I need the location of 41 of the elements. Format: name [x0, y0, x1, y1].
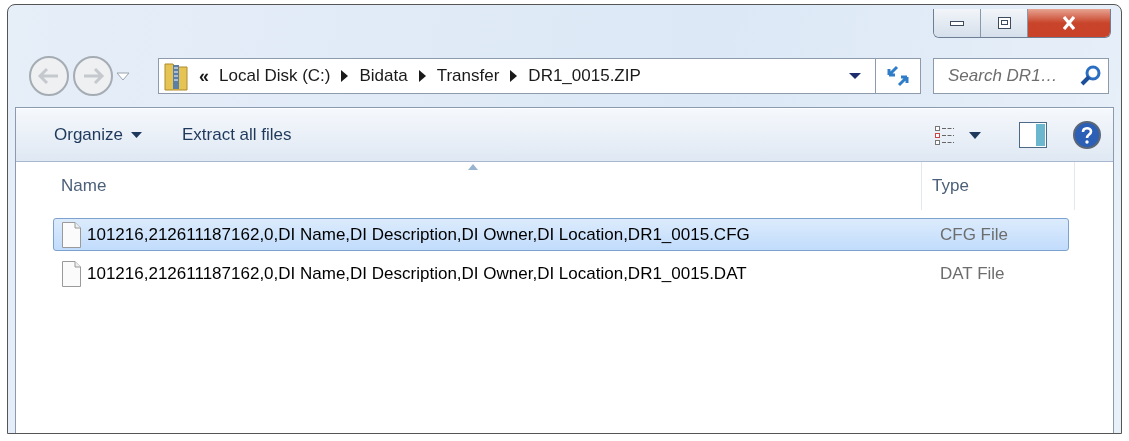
breadcrumb-item[interactable]: Local Disk (C:) — [219, 66, 331, 86]
zip-folder-icon — [163, 60, 189, 92]
minimize-icon — [950, 20, 964, 26]
sort-ascending-icon — [468, 164, 478, 170]
close-icon — [1062, 16, 1076, 30]
toolbar-button[interactable]: Extract all files — [174, 121, 300, 149]
file-name: 101216,212611187162,0,DI Name,DI Description,DI Owner,DI Location,DR1_0015.CFG — [87, 224, 750, 245]
breadcrumb-arrow-icon — [340, 69, 350, 83]
file-type: DAT File — [939, 263, 1005, 284]
dropdown-arrow-icon — [131, 132, 142, 138]
file-type: CFG File — [939, 224, 1008, 245]
file-row-selected[interactable]: 101216,212611187162,0,DI Name,DI Description,DI Owner,DI Location,DR1_0015.CFG CFG File — [53, 218, 1069, 251]
preview-pane-button[interactable] — [1019, 122, 1047, 148]
breadcrumb-item[interactable]: Bidata — [359, 66, 408, 86]
minimize-button[interactable] — [934, 9, 981, 37]
breadcrumb-arrow-icon — [417, 69, 427, 83]
preview-pane-icon — [1019, 122, 1047, 148]
column-header[interactable]: Type — [921, 162, 1075, 210]
search-field[interactable]: Search DR1… — [933, 58, 1109, 94]
maximize-icon — [997, 17, 1011, 29]
dropdown-arrow-icon — [969, 131, 981, 139]
close-button[interactable] — [1028, 9, 1110, 37]
breadcrumb-arrow-icon — [509, 69, 519, 83]
file-icon — [62, 221, 81, 248]
organize-menu[interactable]: Organize — [46, 121, 150, 149]
address-bar[interactable]: « Local Disk (C:) Bidata Transfer DR1_0015.ZIP — [158, 58, 921, 94]
column-header[interactable]: Name — [53, 162, 921, 210]
history-dropdown-icon — [116, 70, 130, 82]
breadcrumb-item[interactable]: DR1_0015.ZIP — [528, 66, 641, 86]
refresh-icon — [885, 65, 911, 87]
view-options-button[interactable] — [935, 125, 981, 145]
dropdown-arrow-icon — [849, 73, 861, 79]
details-view-icon — [935, 125, 955, 145]
maximize-button[interactable] — [981, 9, 1028, 37]
file-icon — [62, 260, 81, 287]
breadcrumb-item[interactable]: Transfer — [436, 66, 500, 86]
file-name: 101216,212611187162,0,DI Name,DI Description,DI Owner,DI Location,DR1_0015.DAT — [87, 263, 747, 284]
file-row[interactable]: 101216,212611187162,0,DI Name,DI Description,DI Owner,DI Location,DR1_0015.DAT DAT File — [53, 257, 1069, 290]
help-button[interactable] — [1073, 121, 1101, 149]
overflow-chevron[interactable]: « — [199, 65, 209, 87]
search-icon — [1080, 65, 1101, 86]
